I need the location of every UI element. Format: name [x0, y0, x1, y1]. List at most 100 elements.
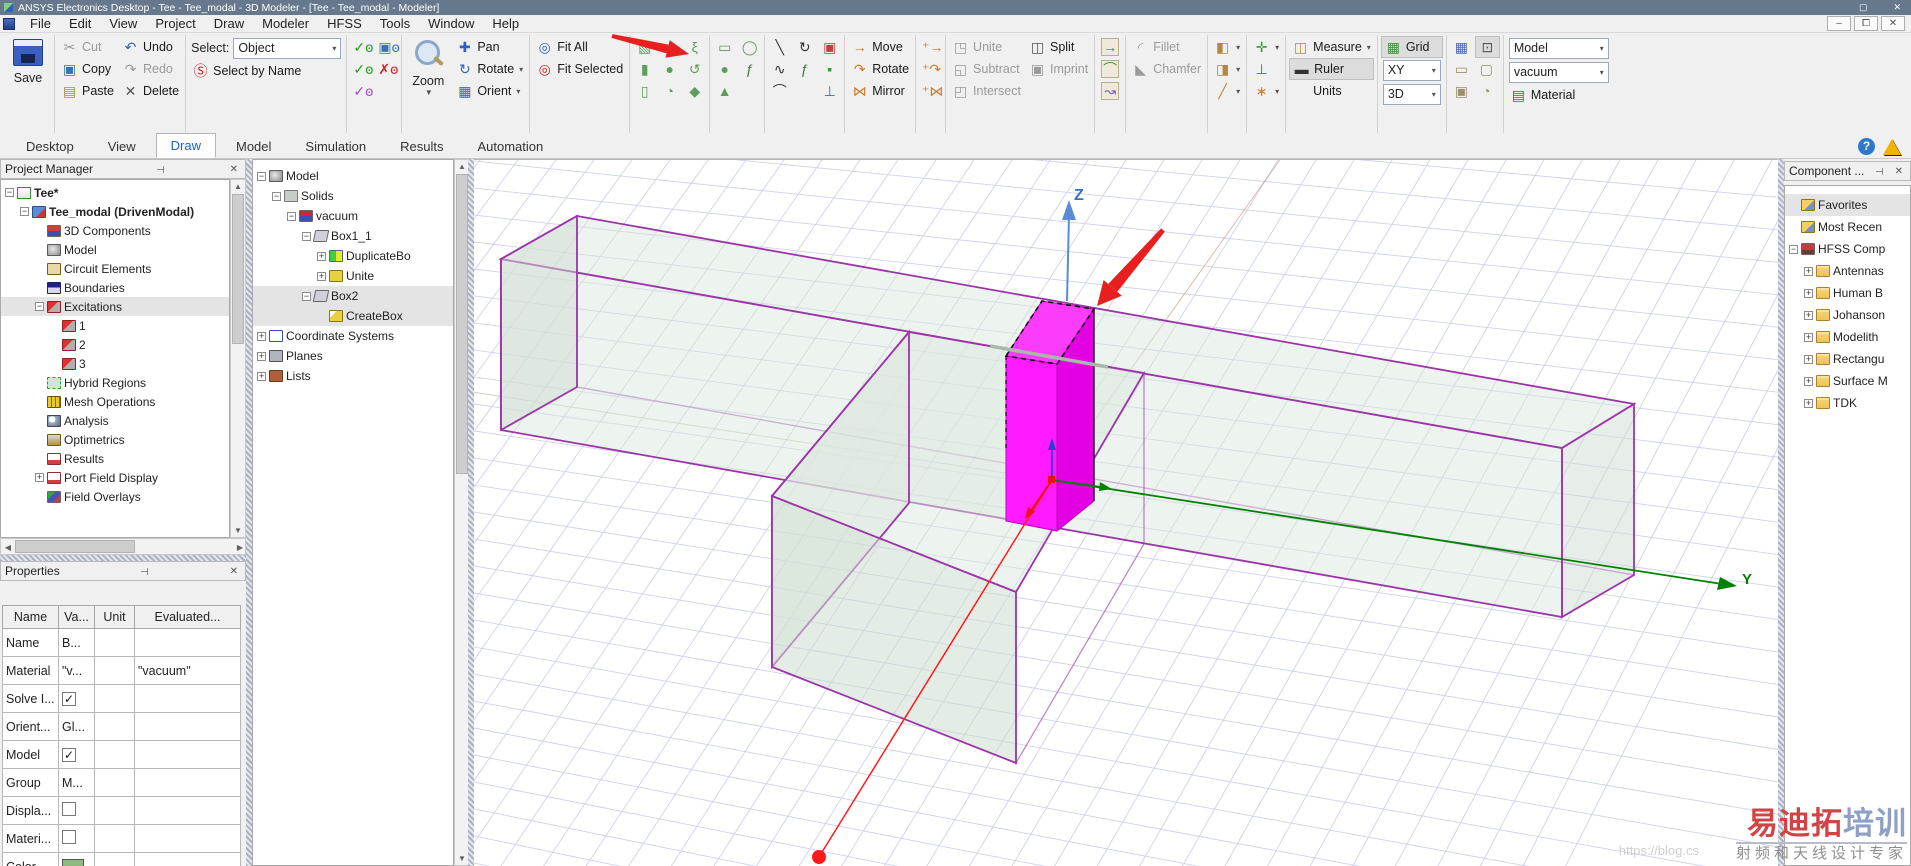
- zoom-button[interactable]: Zoom ▼: [405, 36, 451, 128]
- 3d-dropdown[interactable]: 3D ▾: [1382, 83, 1441, 105]
- collapse-toggle[interactable]: −: [35, 302, 44, 311]
- tree-item-human-b[interactable]: + Human B: [1785, 282, 1910, 304]
- duplicate-around-axis-icon-button[interactable]: ⁺↷: [919, 58, 942, 80]
- open-box-icon-button[interactable]: ▢: [1475, 58, 1500, 80]
- detach-faces-icon-button[interactable]: ↝: [1098, 80, 1122, 102]
- tab-results[interactable]: Results: [386, 135, 457, 158]
- undo-button[interactable]: ↶ Undo: [119, 36, 182, 58]
- prop-value[interactable]: M...: [58, 768, 95, 797]
- mdi-window-controls[interactable]: – ⧠ ✕: [1827, 16, 1911, 31]
- collapse-toggle[interactable]: −: [272, 191, 281, 201]
- sweep-along-vector-icon-button[interactable]: ◨ ▾: [1211, 58, 1243, 80]
- duplicate-along-line-icon-button[interactable]: ⁺→: [919, 36, 943, 58]
- expand-toggle[interactable]: +: [1804, 354, 1813, 364]
- menu-file[interactable]: File: [21, 15, 60, 32]
- prop-value[interactable]: "v...: [58, 656, 95, 685]
- menu-hfss[interactable]: HFSS: [318, 15, 371, 32]
- draw-equation-surface-icon-button[interactable]: ƒ: [738, 58, 761, 80]
- draw-plane-icon-button[interactable]: ⊥: [818, 80, 841, 102]
- draw-sphere-icon-button[interactable]: ●: [658, 58, 681, 80]
- menu-project[interactable]: Project: [146, 15, 204, 32]
- tree-item-optimetrics[interactable]: Optimetrics: [1, 430, 229, 449]
- fit-selected-button[interactable]: ◎ Fit Selected: [533, 58, 626, 80]
- working-plane-icon-button[interactable]: ▭: [1450, 58, 1473, 80]
- window-controls[interactable]: ▢ ✕: [1859, 2, 1911, 13]
- tab-model[interactable]: Model: [222, 135, 285, 158]
- tree-item-tee[interactable]: − Tee*: [1, 183, 229, 202]
- collapse-toggle[interactable]: −: [257, 171, 266, 181]
- tree-item-model[interactable]: Model: [1, 240, 229, 259]
- tab-desktop[interactable]: Desktop: [12, 135, 88, 158]
- collapse-toggle[interactable]: −: [20, 207, 29, 216]
- prop-value[interactable]: [58, 824, 95, 853]
- tree-item-analysis[interactable]: Analysis: [1, 411, 229, 430]
- tree-item-box1-1[interactable]: − Box1_1: [253, 226, 453, 246]
- pan-button[interactable]: ✚ Pan: [453, 36, 526, 58]
- 3d-viewport[interactable]: ZY: [474, 159, 1778, 866]
- color-swatch[interactable]: [62, 858, 84, 866]
- rotate-button[interactable]: ↷ Rotate: [848, 58, 912, 80]
- tree-item-boundaries[interactable]: Boundaries: [1, 278, 229, 297]
- help-icon[interactable]: ?: [1858, 138, 1875, 155]
- tree-item-surface-m[interactable]: + Surface M: [1785, 370, 1910, 392]
- prop-value[interactable]: [58, 852, 95, 866]
- project-tree-hscrollbar[interactable]: ◀ ▶: [0, 538, 246, 555]
- checkbox-checked[interactable]: ✓: [62, 747, 76, 762]
- show-selection-icon-button[interactable]: ✓ꙩ: [350, 58, 373, 80]
- collapse-toggle[interactable]: −: [302, 231, 311, 241]
- tree-item-field-overlays[interactable]: Field Overlays: [1, 487, 229, 506]
- tab-draw[interactable]: Draw: [155, 133, 216, 158]
- tree-item-port-field-display[interactable]: + Port Field Display: [1, 468, 229, 487]
- menu-draw[interactable]: Draw: [205, 15, 253, 32]
- tree-item-createbox[interactable]: CreateBox: [253, 306, 453, 326]
- tree-item-box2[interactable]: − Box2: [253, 286, 453, 306]
- tree-item-3d-components[interactable]: 3D Components: [1, 221, 229, 240]
- draw-point-icon-button[interactable]: ▪: [818, 58, 841, 80]
- tree-item-model[interactable]: − Model: [253, 166, 453, 186]
- draw-cylinder-icon-button[interactable]: ▮: [633, 58, 656, 80]
- draw-equation-curve-icon-button[interactable]: ƒ: [793, 58, 816, 80]
- pin-icon[interactable]: ⊤: [1872, 164, 1883, 179]
- menu-view[interactable]: View: [100, 15, 146, 32]
- split-button[interactable]: ◫ Split: [1026, 36, 1091, 58]
- expand-toggle[interactable]: +: [317, 251, 326, 261]
- redo-button[interactable]: ↷ Redo: [119, 58, 182, 80]
- expand-toggle[interactable]: +: [1804, 376, 1813, 386]
- xy-dropdown[interactable]: XY ▾: [1382, 59, 1441, 81]
- fit-all-button[interactable]: ◎ Fit All: [533, 36, 626, 58]
- hide-icon-button[interactable]: ✗ꙩ: [375, 58, 398, 80]
- menu-tools[interactable]: Tools: [371, 15, 419, 32]
- tree-item-tdk[interactable]: + TDK: [1785, 392, 1910, 414]
- prop-col-va[interactable]: Va...: [58, 605, 95, 629]
- grid-button[interactable]: ▦ Grid: [1380, 36, 1443, 58]
- collapse-toggle[interactable]: −: [5, 188, 14, 197]
- menu-modeler[interactable]: Modeler: [253, 15, 318, 32]
- checkbox-unchecked[interactable]: [62, 830, 76, 844]
- tree-item-lists[interactable]: + Lists: [253, 366, 453, 386]
- object-dropdown[interactable]: Object ▾: [233, 37, 342, 59]
- grid-dots-icon-button[interactable]: ▦: [1450, 36, 1473, 58]
- tree-item-coordinate-systems[interactable]: + Coordinate Systems: [253, 326, 453, 346]
- prop-col-unit[interactable]: Unit: [94, 605, 135, 629]
- orient-button[interactable]: ▦ Orient ▾: [453, 80, 526, 102]
- tree-item-excitations[interactable]: − Excitations: [1, 297, 229, 316]
- draw-arc-icon-button[interactable]: ⌒: [768, 80, 791, 102]
- grid-plane-icon-button[interactable]: ⊡: [1474, 36, 1500, 58]
- window-control-item[interactable]: ✕: [1893, 2, 1901, 13]
- mdi-control-item[interactable]: ✕: [1881, 16, 1905, 31]
- tree-item-hybrid-regions[interactable]: Hybrid Regions: [1, 373, 229, 392]
- units-button[interactable]: Units: [1289, 80, 1374, 102]
- sweep-along-path-icon-button[interactable]: ╱ ▾: [1211, 80, 1243, 102]
- prop-col-evaluated[interactable]: Evaluated...: [134, 605, 241, 629]
- tree-item-mesh-operations[interactable]: Mesh Operations: [1, 392, 229, 411]
- close-icon[interactable]: ✕: [1892, 166, 1906, 177]
- draw-line-icon-button[interactable]: ╲: [768, 36, 791, 58]
- prop-value[interactable]: Gl...: [58, 712, 95, 741]
- draw-regular-cylinder-icon-button[interactable]: ▯: [633, 80, 656, 102]
- tree-item-solids[interactable]: − Solids: [253, 186, 453, 206]
- intersect-button[interactable]: ◰ Intersect: [949, 80, 1024, 102]
- object-cs-icon-button[interactable]: ∗ ▾: [1250, 80, 1282, 102]
- uv-box-icon-button[interactable]: ▣: [818, 36, 841, 58]
- sweep-around-axis-icon-button[interactable]: ◧ ▾: [1211, 36, 1243, 58]
- menu-edit[interactable]: Edit: [60, 15, 100, 32]
